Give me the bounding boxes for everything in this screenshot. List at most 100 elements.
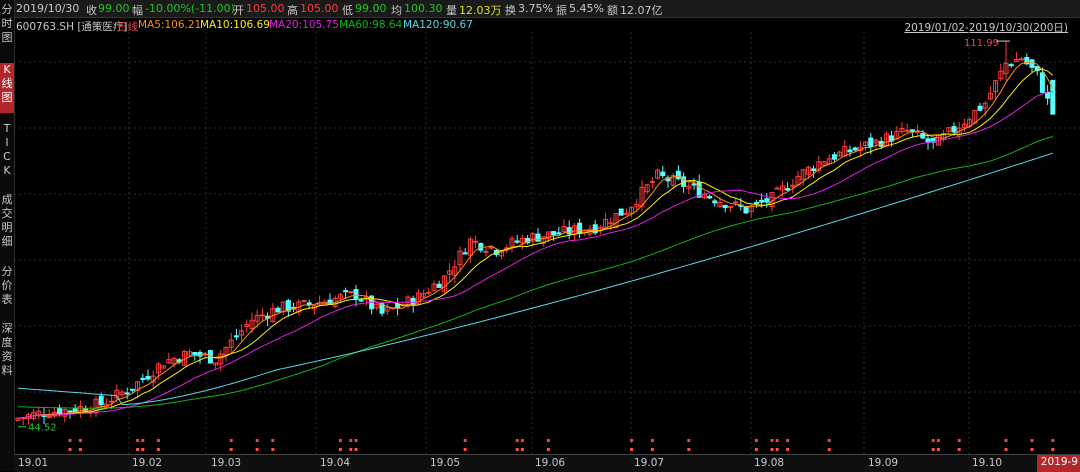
open-value: 105.00 [246,2,285,15]
view-sidebar: 分时图 K线图 TICK 成交明细 分价表 深度资料 [0,0,15,471]
event-marker-dot [141,448,145,451]
volume-label: 量 [446,4,457,17]
candle-body [556,232,562,235]
candle-body [1019,58,1025,61]
amount-label: 额 [607,4,618,17]
candle-body [1039,72,1045,93]
candle-body [722,204,728,209]
event-marker-r [931,439,935,442]
event-marker-dot [754,448,758,451]
kline-chart[interactable]: 111.99 44.52 [14,32,1080,454]
x-tick-label: 19.07 [634,457,665,469]
candle-body [847,149,853,153]
event-marker-r [786,439,790,442]
event-marker-r [546,439,550,442]
candle-body [753,202,759,205]
event-marker-r [78,439,82,442]
open-label: 开 [233,4,244,17]
candle-body [618,208,624,216]
event-marker-r [349,439,353,442]
event-marker-dot [546,448,550,451]
candle-body [109,400,115,403]
candle-body [192,352,198,356]
ma20-line [17,90,1053,419]
event-marker-r [515,439,519,442]
x-tick-label: 19.09 [868,457,899,469]
candle-body [577,222,583,235]
event-marker-r [1004,439,1008,442]
high-price-mark: 111.99 [964,38,999,49]
x-tick-label: 19.08 [754,457,785,469]
candle-body [98,395,104,406]
candle-body [649,181,655,184]
event-marker-dot [957,448,961,451]
event-marker-r [141,439,145,442]
tab-price-table[interactable]: 分价表 [0,265,14,311]
candle-body [140,377,146,380]
event-marker-dot [349,448,353,451]
event-marker-dot [520,448,524,451]
ma60-value: MA60:98.64 [339,19,403,31]
event-marker-r [136,439,140,442]
candle-body [868,137,874,148]
event-marker-r [936,439,940,442]
close-value: 99.00 [98,2,130,15]
candle-body [951,126,957,133]
ma10-value: MA10:106.69 [200,19,270,31]
candle-body [348,291,354,294]
candle-body [759,199,765,203]
event-marker-dot [156,448,160,451]
quote-info-bar: 2019/10/30 收 99.00 幅 -10.00%(-11.00) 开 1… [0,0,1080,18]
event-marker-r [770,439,774,442]
candle-body [1045,91,1051,99]
event-marker-dot [650,448,654,451]
candle-body [551,230,557,236]
candle-body [566,227,572,235]
amplitude-value: 5.45% [569,2,604,15]
candle-body [1008,64,1014,67]
event-marker-dot [78,448,82,451]
candle-body [488,246,494,249]
event-marker-r [354,439,358,442]
x-tick-label: 19.04 [320,457,351,469]
tab-trade-details[interactable]: 成交明细 [0,193,14,253]
event-marker-r [229,439,233,442]
event-marker-dot [770,448,774,451]
event-marker-dot [229,448,233,451]
event-marker-r [630,439,634,442]
change-label: 幅 [132,4,143,17]
candle-body [275,307,281,313]
candle-body [436,283,442,288]
candle-body [301,300,307,303]
amplitude-label: 振 [556,4,567,17]
avg-label: 均 [391,4,402,17]
tab-timeshare[interactable]: 分时图 [0,3,14,53]
quote-date: 2019/10/30 [16,2,80,15]
candle-body [831,154,837,160]
event-marker-dot [255,448,259,451]
event-marker-dot [338,448,342,451]
ma20-value: MA20:105.75 [269,19,339,31]
event-marker-dot [786,448,790,451]
ma5-value: MA5:106.21 [138,19,202,31]
x-tick-label: 19.10 [972,457,1003,469]
x-tick-label: 19.05 [430,457,461,469]
low-value: 99.00 [355,2,387,15]
x-tick-label: 19.01 [18,457,49,469]
amount-value: 12.07亿 [620,4,663,17]
candle-body [124,392,130,395]
change-value: -10.00%(-11.00) [145,2,235,15]
x-axis: 19.01 19.02 19.03 19.04 19.05 19.06 19.0… [14,454,1080,472]
event-marker-r [271,439,275,442]
tab-f10[interactable]: 深度资料 [0,322,14,382]
candle-body [733,201,739,204]
event-marker-r [957,439,961,442]
event-marker-dot [931,448,935,451]
tab-kline[interactable]: K线图 [0,63,14,113]
candle-body [852,147,858,151]
cursor-date-badge: 2019-9 [1036,455,1080,472]
event-marker-dot [354,448,358,451]
ma120-line [17,152,1053,406]
tab-tick[interactable]: TICK [0,122,14,182]
event-marker-r [463,439,467,442]
